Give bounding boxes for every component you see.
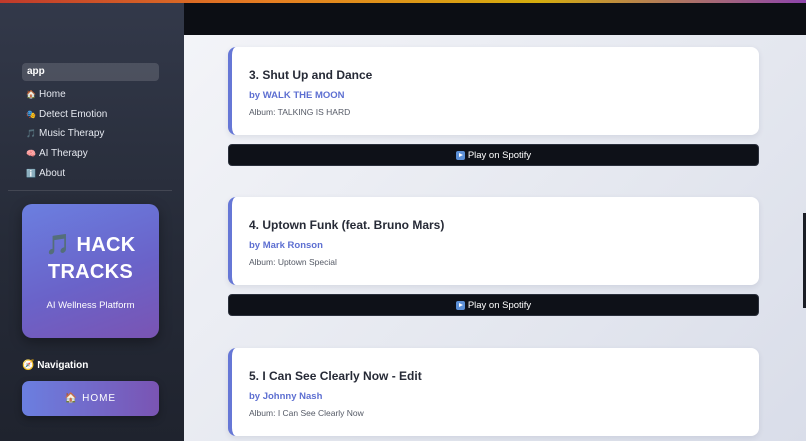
sidebar-nav: app 🏠 Home 🎭 Detect Emotion 🎵 Music Ther… bbox=[22, 63, 159, 183]
sidebar-item-app[interactable]: app bbox=[22, 63, 159, 81]
sidebar-item-music-therapy[interactable]: 🎵 Music Therapy bbox=[22, 124, 159, 144]
track-title: 3. Shut Up and Dance bbox=[249, 68, 373, 82]
navigation-heading: 🧭 Navigation bbox=[22, 360, 89, 371]
track-album: Album: I Can See Clearly Now bbox=[249, 408, 364, 418]
brain-icon: 🧠 bbox=[26, 149, 36, 159]
brand-title: 🎵 HACK TRACKS bbox=[22, 232, 159, 286]
track-card: 5. I Can See Clearly Now - Edit by Johnn… bbox=[228, 348, 759, 436]
sidebar-divider bbox=[8, 190, 172, 191]
sidebar-item-home[interactable]: 🏠 Home bbox=[22, 85, 159, 105]
theater-masks-icon: 🎭 bbox=[26, 109, 36, 119]
sidebar-item-label: About bbox=[39, 167, 66, 179]
track-artist: by Mark Ronson bbox=[249, 240, 323, 251]
track-album: Album: TALKING IS HARD bbox=[249, 107, 351, 117]
track-artist: by Johnny Nash bbox=[249, 391, 323, 402]
main-content: 3. Shut Up and Dance by WALK THE MOON Al… bbox=[184, 35, 806, 441]
brand-subtitle: AI Wellness Platform bbox=[46, 300, 135, 311]
sidebar: app 🏠 Home 🎭 Detect Emotion 🎵 Music Ther… bbox=[0, 0, 184, 441]
sidebar-item-label: Detect Emotion bbox=[39, 108, 108, 120]
play-button-label: Play on Spotify bbox=[467, 149, 532, 161]
music-note-icon: 🎵 bbox=[26, 129, 36, 139]
track-title: 4. Uptown Funk (feat. Bruno Mars) bbox=[249, 218, 445, 232]
top-bar bbox=[184, 0, 806, 35]
track-title: 5. I Can See Clearly Now - Edit bbox=[249, 369, 422, 383]
top-accent-strip bbox=[0, 0, 806, 3]
play-icon bbox=[455, 150, 465, 160]
track-card: 3. Shut Up and Dance by WALK THE MOON Al… bbox=[228, 47, 759, 135]
track-album: Album: Uptown Special bbox=[249, 257, 337, 267]
house-icon: 🏠 bbox=[26, 90, 36, 100]
track-artist: by WALK THE MOON bbox=[249, 90, 345, 101]
sidebar-item-about[interactable]: ℹ️ About bbox=[22, 163, 159, 183]
play-on-spotify-button[interactable]: Play on Spotify bbox=[228, 294, 759, 316]
track-card: 4. Uptown Funk (feat. Bruno Mars) by Mar… bbox=[228, 197, 759, 285]
play-button-label: Play on Spotify bbox=[467, 299, 532, 311]
info-icon: ℹ️ bbox=[26, 168, 36, 178]
home-button[interactable]: 🏠 HOME bbox=[22, 381, 159, 416]
sidebar-item-label: Home bbox=[39, 89, 66, 101]
play-on-spotify-button[interactable]: Play on Spotify bbox=[228, 144, 759, 166]
sidebar-item-label: AI Therapy bbox=[39, 148, 88, 160]
sidebar-item-detect-emotion[interactable]: 🎭 Detect Emotion bbox=[22, 105, 159, 125]
play-icon bbox=[455, 300, 465, 310]
brand-title-line: 🎵 HACK bbox=[45, 234, 136, 256]
brand-title-line: TRACKS bbox=[47, 261, 134, 283]
sidebar-item-ai-therapy[interactable]: 🧠 AI Therapy bbox=[22, 144, 159, 164]
sidebar-item-label: Music Therapy bbox=[39, 128, 105, 140]
brand-card: 🎵 HACK TRACKS AI Wellness Platform bbox=[22, 204, 159, 338]
